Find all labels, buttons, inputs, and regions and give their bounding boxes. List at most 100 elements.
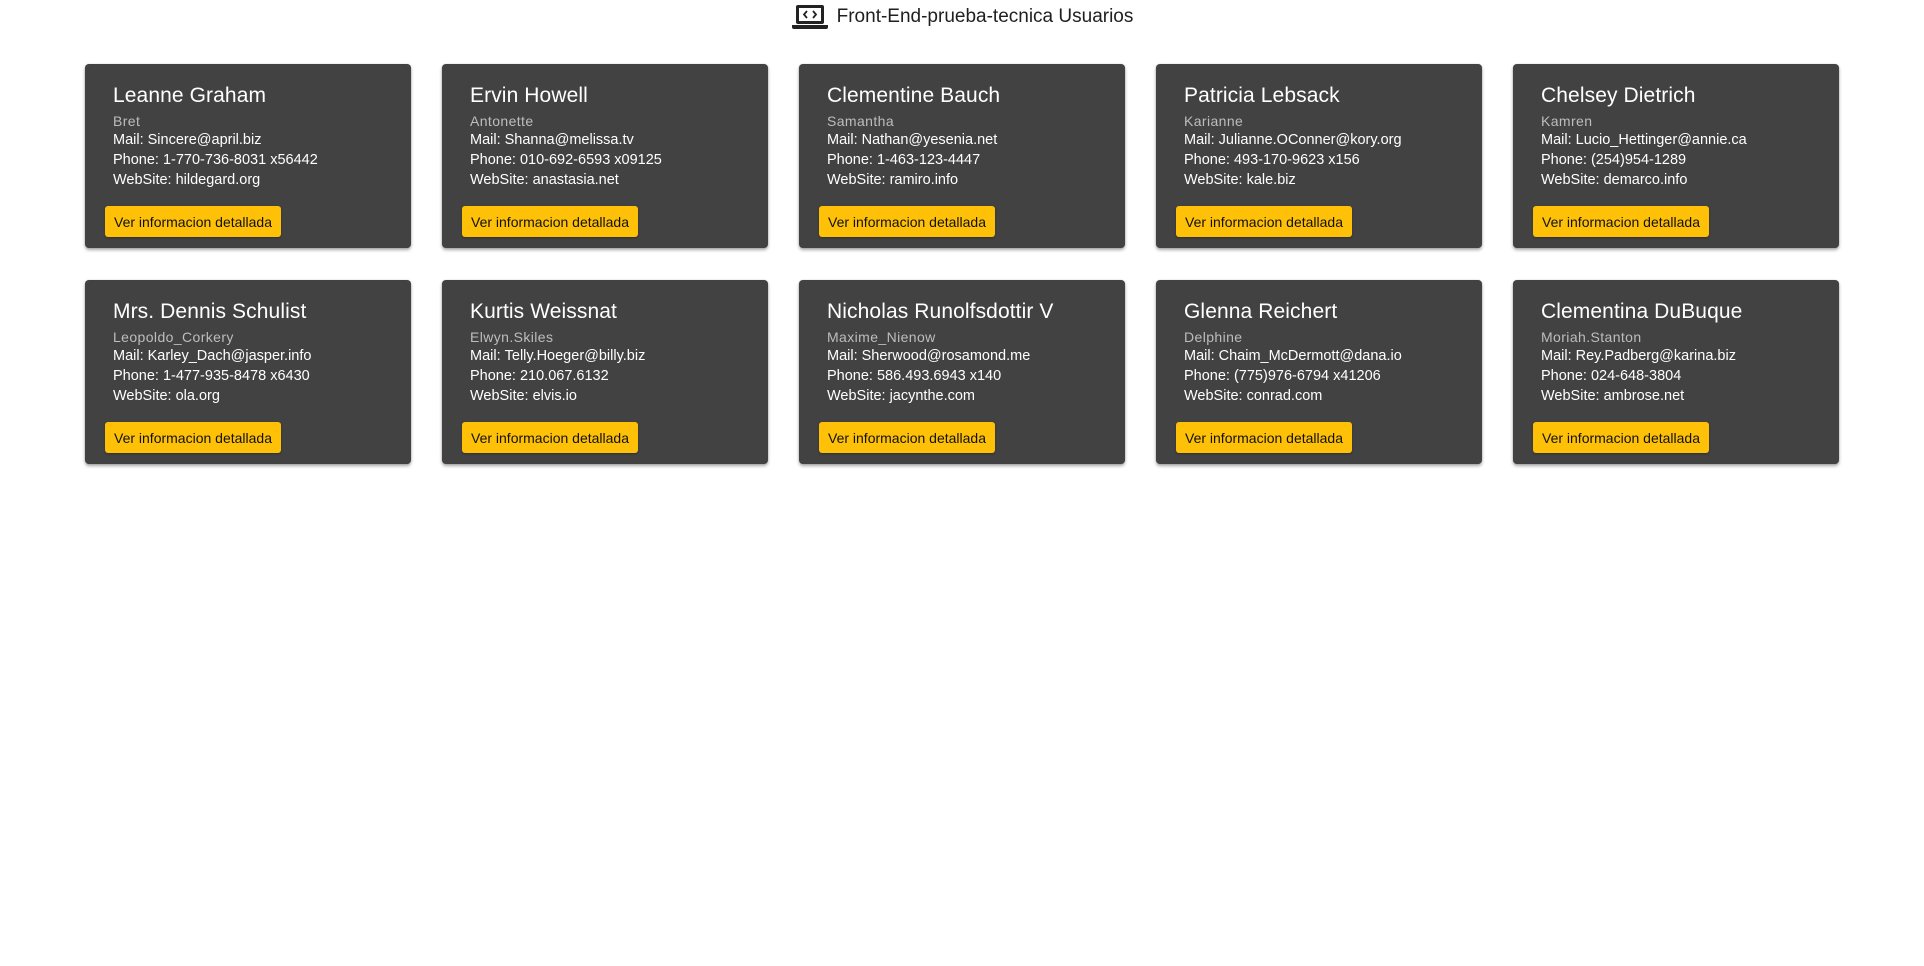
- user-email: Karley_Dach@jasper.info: [147, 348, 312, 364]
- user-phone: 210.067.6132: [519, 368, 609, 384]
- view-details-button[interactable]: Ver informacion detallada: [1533, 422, 1709, 453]
- phone-label: Phone:: [1184, 152, 1230, 168]
- mail-label: Mail:: [1184, 132, 1215, 148]
- user-name: Leanne Graham: [113, 84, 267, 107]
- view-details-button[interactable]: Ver informacion detallada: [1176, 422, 1352, 453]
- website-label: WebSite:: [827, 388, 886, 404]
- user-username: Delphine: [1184, 329, 1243, 345]
- user-mail-row: Mail: Sincere@april.biz: [113, 130, 391, 150]
- user-email: Sherwood@rosamond.me: [861, 348, 1031, 364]
- user-website-row: WebSite: ramiro.info: [827, 170, 1105, 190]
- user-mail-row: Mail: Shanna@melissa.tv: [470, 130, 748, 150]
- user-phone-row: Phone: 010-692-6593 x09125: [470, 150, 748, 170]
- user-card: Kurtis Weissnat Elwyn.Skiles Mail: Telly.…: [442, 280, 768, 464]
- user-website: demarco.info: [1603, 172, 1688, 188]
- user-website: jacynthe.com: [889, 388, 976, 404]
- user-mail-row: Mail: Lucio_Hettinger@annie.ca: [1541, 130, 1819, 150]
- user-name: Nicholas Runolfsdottir V: [827, 300, 1054, 323]
- user-mail-row: Mail: Rey.Padberg@karina.biz: [1541, 346, 1819, 366]
- view-details-button[interactable]: Ver informacion detallada: [819, 422, 995, 453]
- user-email: Chaim_McDermott@dana.io: [1218, 348, 1402, 364]
- view-details-button[interactable]: Ver informacion detallada: [1176, 206, 1352, 237]
- user-website: ramiro.info: [889, 172, 959, 188]
- user-mail-row: Mail: Sherwood@rosamond.me: [827, 346, 1105, 366]
- user-website-row: WebSite: anastasia.net: [470, 170, 748, 190]
- website-label: WebSite:: [827, 172, 886, 188]
- user-card: Glenna Reichert Delphine Mail: Chaim_McDe…: [1156, 280, 1482, 464]
- view-details-button[interactable]: Ver informacion detallada: [462, 422, 638, 453]
- user-name: Kurtis Weissnat: [470, 300, 617, 323]
- user-card-grid: Leanne Graham Bret Mail: Sincere@april.bi…: [85, 64, 1839, 464]
- view-details-button[interactable]: Ver informacion detallada: [105, 206, 281, 237]
- user-email: Shanna@melissa.tv: [504, 132, 634, 148]
- user-card: Clementine Bauch Samantha Mail: Nathan@ye…: [799, 64, 1125, 248]
- user-phone: 1-477-935-8478 x6430: [162, 368, 310, 384]
- user-mail-row: Mail: Karley_Dach@jasper.info: [113, 346, 391, 366]
- user-name: Glenna Reichert: [1184, 300, 1338, 323]
- user-phone: 493-170-9623 x156: [1233, 152, 1360, 168]
- phone-label: Phone:: [827, 152, 873, 168]
- user-phone: 1-463-123-4447: [876, 152, 981, 168]
- page-title: Front-End-prueba-tecnica Usuarios: [836, 6, 1134, 27]
- website-label: WebSite:: [470, 388, 529, 404]
- user-card: Nicholas Runolfsdottir V Maxime_Nienow M…: [799, 280, 1125, 464]
- user-website-row: WebSite: ambrose.net: [1541, 386, 1819, 406]
- user-website: hildegard.org: [175, 172, 261, 188]
- mail-label: Mail:: [1184, 348, 1215, 364]
- mail-label: Mail:: [470, 348, 501, 364]
- laptop-code-icon: [791, 3, 829, 31]
- website-label: WebSite:: [113, 172, 172, 188]
- user-phone: 586.493.6943 x140: [876, 368, 1002, 384]
- phone-label: Phone:: [470, 152, 516, 168]
- user-card: Leanne Graham Bret Mail: Sincere@april.bi…: [85, 64, 411, 248]
- user-phone-row: Phone: 586.493.6943 x140: [827, 366, 1105, 386]
- mail-label: Mail:: [827, 132, 858, 148]
- user-username: Karianne: [1184, 113, 1244, 129]
- user-name: Clementine Bauch: [827, 84, 1001, 107]
- user-phone-row: Phone: 1-463-123-4447: [827, 150, 1105, 170]
- website-label: WebSite:: [1184, 172, 1243, 188]
- user-card: Chelsey Dietrich Kamren Mail: Lucio_Hetti…: [1513, 64, 1839, 248]
- user-username: Maxime_Nienow: [827, 329, 936, 345]
- mail-label: Mail:: [1541, 132, 1572, 148]
- user-phone-row: Phone: (775)976-6794 x41206: [1184, 366, 1462, 386]
- user-username: Moriah.Stanton: [1541, 329, 1642, 345]
- view-details-button[interactable]: Ver informacion detallada: [105, 422, 281, 453]
- user-phone-row: Phone: 1-770-736-8031 x56442: [113, 150, 391, 170]
- user-phone: 010-692-6593 x09125: [519, 152, 662, 168]
- user-phone: (254)954-1289: [1590, 152, 1687, 168]
- user-website-row: WebSite: jacynthe.com: [827, 386, 1105, 406]
- mail-label: Mail:: [113, 348, 144, 364]
- user-username: Leopoldo_Corkery: [113, 329, 234, 345]
- user-website: kale.biz: [1246, 172, 1296, 188]
- user-website: ambrose.net: [1603, 388, 1685, 404]
- view-details-button[interactable]: Ver informacion detallada: [1533, 206, 1709, 237]
- mail-label: Mail:: [113, 132, 144, 148]
- view-details-button[interactable]: Ver informacion detallada: [462, 206, 638, 237]
- user-website-row: WebSite: conrad.com: [1184, 386, 1462, 406]
- user-card: Patricia Lebsack Karianne Mail: Julianne.…: [1156, 64, 1482, 248]
- phone-label: Phone:: [1184, 368, 1230, 384]
- user-mail-row: Mail: Nathan@yesenia.net: [827, 130, 1105, 150]
- user-website-row: WebSite: hildegard.org: [113, 170, 391, 190]
- user-phone-row: Phone: (254)954-1289: [1541, 150, 1819, 170]
- user-name: Chelsey Dietrich: [1541, 84, 1696, 107]
- website-label: WebSite:: [1541, 172, 1600, 188]
- user-phone: 1-770-736-8031 x56442: [162, 152, 318, 168]
- app-header: Front-End-prueba-tecnica Usuarios: [0, 0, 1924, 33]
- user-phone-row: Phone: 493-170-9623 x156: [1184, 150, 1462, 170]
- phone-label: Phone:: [1541, 152, 1587, 168]
- user-website: anastasia.net: [532, 172, 619, 188]
- view-details-button[interactable]: Ver informacion detallada: [819, 206, 995, 237]
- user-website-row: WebSite: demarco.info: [1541, 170, 1819, 190]
- mail-label: Mail:: [470, 132, 501, 148]
- user-email: Sincere@april.biz: [147, 132, 262, 148]
- user-website: elvis.io: [532, 388, 577, 404]
- phone-label: Phone:: [1541, 368, 1587, 384]
- user-email: Nathan@yesenia.net: [861, 132, 998, 148]
- mail-label: Mail:: [1541, 348, 1572, 364]
- user-phone: 024-648-3804: [1590, 368, 1682, 384]
- user-website-row: WebSite: ola.org: [113, 386, 391, 406]
- mail-label: Mail:: [827, 348, 858, 364]
- page: Front-End-prueba-tecnica Usuarios Leanne…: [0, 0, 1924, 966]
